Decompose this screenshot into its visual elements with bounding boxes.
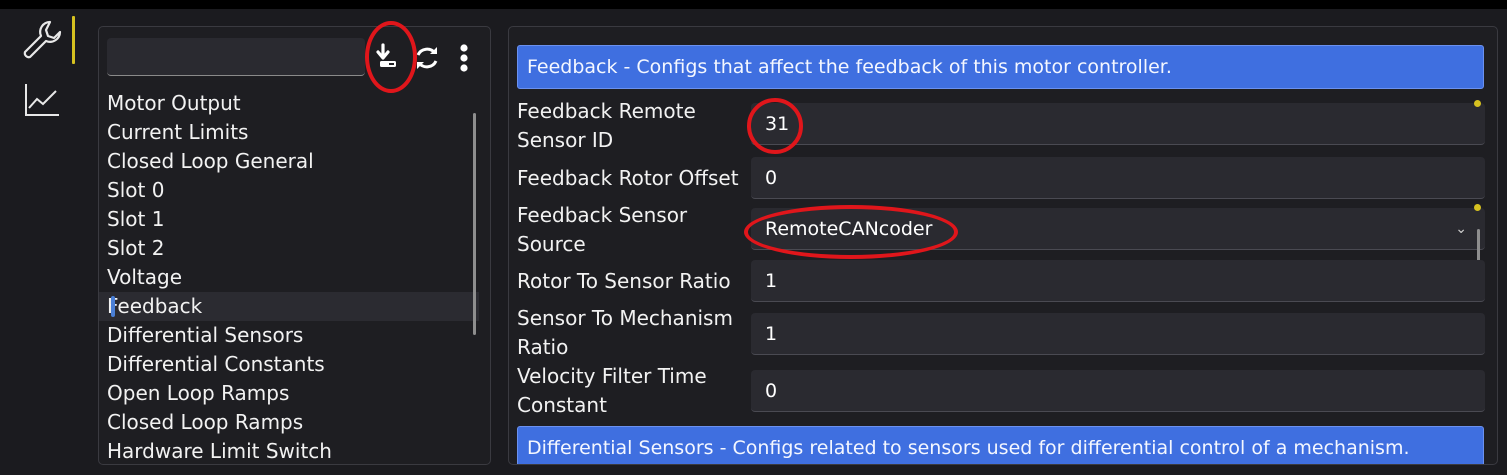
list-item-slot-1[interactable]: Slot 1 <box>99 205 479 234</box>
velocity-filter-time-constant-input[interactable]: 0 <box>751 370 1485 412</box>
feedback-section-header: Feedback - Configs that affect the feedb… <box>517 45 1484 89</box>
download-icon <box>376 43 396 67</box>
rotor-to-sensor-ratio-input[interactable]: 1 <box>751 260 1485 302</box>
list-item-slot-0[interactable]: Slot 0 <box>99 176 479 205</box>
differential-sensors-section-header: Differential Sensors - Configs related t… <box>517 426 1484 464</box>
modified-indicator <box>1474 100 1481 107</box>
list-item-differential-constants[interactable]: Differential Constants <box>99 350 479 379</box>
list-item-closed-loop-ramps[interactable]: Closed Loop Ramps <box>99 408 479 437</box>
field-label-rotor-to-sensor-ratio: Rotor To Sensor Ratio <box>517 269 731 293</box>
plot-tab-button[interactable] <box>14 74 70 126</box>
top-bar <box>0 0 1507 9</box>
list-item-voltage[interactable]: Voltage <box>99 263 479 292</box>
list-item-slot-2[interactable]: Slot 2 <box>99 234 479 263</box>
chevron-down-icon: ⌄ <box>1455 221 1467 237</box>
chart-line-icon <box>25 84 59 116</box>
refresh-icon <box>416 47 438 69</box>
more-options-button[interactable] <box>449 43 479 73</box>
list-item-feedback[interactable]: Feedback <box>99 292 479 321</box>
remote-sensor-id-input[interactable]: 31 <box>751 103 1485 145</box>
field-label-remote-sensor-id: Feedback Remote Sensor ID <box>517 99 696 152</box>
field-label-sensor-to-mechanism-ratio: Sensor To Mechanism Ratio <box>517 306 733 359</box>
sensor-source-value: RemoteCANcoder <box>765 218 933 240</box>
filter-input[interactable] <box>107 38 365 76</box>
list-scrollbar[interactable] <box>473 113 476 335</box>
config-detail-panel: Feedback - Configs that affect the feedb… <box>508 26 1498 465</box>
config-group-panel: Motor Output Current Limits Closed Loop … <box>98 26 491 465</box>
sensor-to-mechanism-ratio-input[interactable]: 1 <box>751 313 1485 355</box>
list-item-differential-sensors[interactable]: Differential Sensors <box>99 321 479 350</box>
modified-indicator <box>1474 204 1481 211</box>
field-label-rotor-offset: Feedback Rotor Offset <box>517 166 739 190</box>
more-vertical-icon <box>460 44 468 72</box>
sensor-source-select[interactable]: RemoteCANcoder ⌄ <box>751 208 1485 250</box>
active-rail-indicator <box>72 16 75 64</box>
config-tab-button[interactable] <box>14 14 70 66</box>
list-item-open-loop-ramps[interactable]: Open Loop Ramps <box>99 379 479 408</box>
field-label-velocity-filter-time-constant: Velocity Filter Time Constant <box>517 364 707 417</box>
rotor-offset-input[interactable]: 0 <box>751 157 1485 199</box>
list-item-hardware-limit-switch[interactable]: Hardware Limit Switch <box>99 437 479 464</box>
wrench-icon <box>23 20 62 59</box>
download-button[interactable] <box>373 42 403 72</box>
field-label-sensor-source: Feedback Sensor Source <box>517 203 688 256</box>
refresh-button[interactable] <box>412 43 442 73</box>
list-item-motor-output[interactable]: Motor Output <box>99 89 479 118</box>
list-item-closed-loop-general[interactable]: Closed Loop General <box>99 147 479 176</box>
config-group-list: Motor Output Current Limits Closed Loop … <box>99 89 479 464</box>
list-item-current-limits[interactable]: Current Limits <box>99 118 479 147</box>
